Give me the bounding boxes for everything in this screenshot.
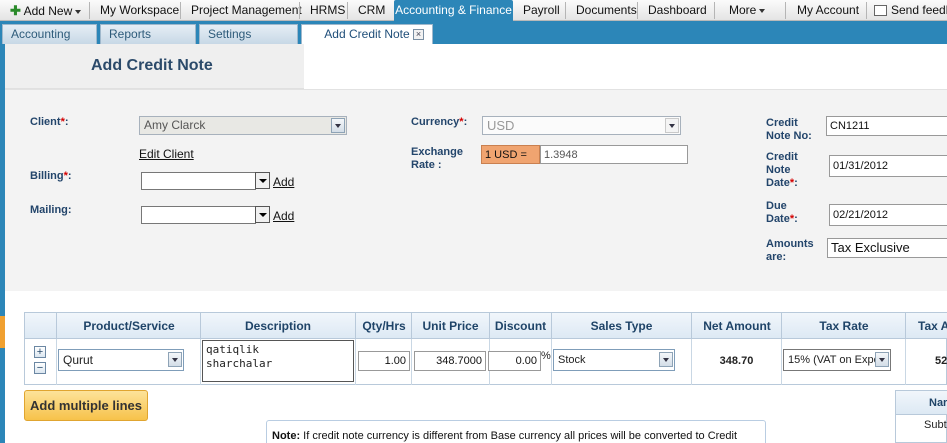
amounts-are-label: Amounts are: xyxy=(766,238,814,263)
add-multiple-lines-button[interactable]: Add multiple lines xyxy=(24,390,148,421)
description-line-2: sharchalar xyxy=(206,357,273,370)
tab-add-credit-note[interactable]: Add Credit Note × xyxy=(301,24,433,44)
send-feedback-button[interactable]: Send feedback xyxy=(874,0,947,21)
sales-type-select[interactable]: Stock xyxy=(553,349,675,371)
tax-amount-value: 52 xyxy=(935,355,947,367)
exchange-rate-prefix: 1 USD = xyxy=(481,145,540,164)
due-date-label: Due Date*: xyxy=(766,200,798,225)
credit-note-date-input[interactable]: 01/31/2012 xyxy=(829,155,947,177)
nav-my-workspace[interactable]: My Workspace xyxy=(100,0,179,21)
chevron-down-icon[interactable] xyxy=(665,118,679,133)
net-amount-value: 348.70 xyxy=(719,355,754,367)
tab-accounting[interactable]: Accounting xyxy=(2,24,97,44)
header-tax-amount: Tax A xyxy=(905,313,947,339)
add-new-label: Add New xyxy=(23,4,73,18)
chevron-down-icon[interactable] xyxy=(875,352,889,367)
currency-select[interactable]: USD xyxy=(482,116,681,135)
close-icon[interactable]: × xyxy=(413,29,424,40)
top-navigation: ✚ Add New My Workspace Project Managemen… xyxy=(0,0,947,21)
credit-note-date-label: Credit Note Date*: xyxy=(766,151,798,189)
nav-crm[interactable]: CRM xyxy=(358,0,385,21)
exchange-rate-input[interactable]: 1.3948 xyxy=(540,145,688,164)
header-product: Product/Service xyxy=(56,313,201,339)
add-row-icon[interactable]: + xyxy=(34,346,46,358)
billing-label: Billing*: xyxy=(30,170,72,182)
header-discount: Discount xyxy=(489,313,551,339)
chevron-down-icon xyxy=(759,8,766,13)
header-sales-type: Sales Type xyxy=(551,313,691,339)
send-feedback-label: Send feedback xyxy=(891,3,947,17)
nav-dashboard[interactable]: Dashboard xyxy=(648,0,707,21)
mailing-add-link[interactable]: Add xyxy=(273,209,294,223)
summary-header: Nar xyxy=(896,391,947,415)
discount-input[interactable]: 0.00 xyxy=(488,351,541,371)
mailing-select[interactable] xyxy=(141,206,256,224)
header-qty: Qty/Hrs xyxy=(355,313,412,339)
sidebar-toggle-handle[interactable] xyxy=(0,316,5,348)
product-value: Qurut xyxy=(63,353,94,367)
chevron-down-icon[interactable] xyxy=(331,118,345,133)
feedback-icon xyxy=(874,5,887,17)
nav-more[interactable]: More xyxy=(729,0,766,21)
amounts-are-select[interactable]: Tax Exclusive xyxy=(827,238,947,258)
tax-rate-value: 15% (VAT on Expe xyxy=(788,354,880,366)
chevron-down-icon xyxy=(75,9,82,14)
summary-subtotal-label: Subt xyxy=(924,419,947,431)
description-textarea[interactable]: qatiqlik sharchalar xyxy=(202,340,354,382)
mailing-dropdown-icon[interactable] xyxy=(255,206,270,223)
header-net-amount: Net Amount xyxy=(691,313,782,339)
unit-price-input[interactable]: 348.7000 xyxy=(414,351,486,371)
nav-documents[interactable]: Documents xyxy=(576,0,637,21)
header-unit-price: Unit Price xyxy=(411,313,489,339)
tab-reports[interactable]: Reports xyxy=(100,24,196,44)
add-new-menu[interactable]: ✚ Add New xyxy=(10,0,82,21)
page-title: Add Credit Note xyxy=(91,57,213,74)
nav-more-label: More xyxy=(729,3,757,17)
client-label: Client*: xyxy=(30,116,69,128)
edit-client-link[interactable]: Edit Client xyxy=(139,147,194,161)
credit-note-no-label: Credit Note No: xyxy=(766,117,812,142)
mailing-label: Mailing: xyxy=(30,204,72,216)
plus-icon: ✚ xyxy=(10,3,21,18)
note-text: Note: If credit note currency is differe… xyxy=(272,430,738,442)
header-tax-rate: Tax Rate xyxy=(781,313,906,339)
credit-note-no-input[interactable]: CN1211 xyxy=(826,116,947,136)
table-header: Product/Service Description Qty/Hrs Unit… xyxy=(25,313,947,339)
nav-project-management[interactable]: Project Management xyxy=(191,0,302,21)
billing-add-link[interactable]: Add xyxy=(273,175,294,189)
due-date-input[interactable]: 02/21/2012 xyxy=(829,204,947,226)
client-value: Amy Clarck xyxy=(144,118,206,132)
billing-select[interactable] xyxy=(141,172,256,190)
chevron-down-icon[interactable] xyxy=(168,352,182,367)
product-select[interactable]: Qurut xyxy=(58,349,184,371)
currency-label: Currency*: xyxy=(411,116,468,128)
summary-table: Nar Subt xyxy=(895,390,947,443)
currency-value: USD xyxy=(487,118,515,133)
client-select[interactable]: Amy Clarck xyxy=(139,116,347,135)
sales-type-value: Stock xyxy=(558,354,586,366)
header-description: Description xyxy=(200,313,355,339)
line-items-table: Product/Service Description Qty/Hrs Unit… xyxy=(24,312,947,385)
description-line-1: qatiqlik xyxy=(206,343,259,356)
discount-percent-label: % xyxy=(541,350,551,362)
sub-tabs: Accounting Reports Settings Add Credit N… xyxy=(0,21,947,44)
tab-settings[interactable]: Settings xyxy=(199,24,298,44)
nav-payroll[interactable]: Payroll xyxy=(523,0,560,21)
nav-hrms[interactable]: HRMS xyxy=(310,0,345,21)
nav-my-account[interactable]: My Account xyxy=(797,0,859,21)
exchange-rate-label: Exchange Rate : xyxy=(411,146,463,171)
qty-input[interactable]: 1.00 xyxy=(358,351,410,371)
remove-row-icon[interactable]: − xyxy=(34,362,46,374)
tab-add-credit-note-label: Add Credit Note xyxy=(324,27,410,41)
nav-accounting-finance[interactable]: Accounting & Finance xyxy=(394,0,513,21)
chevron-down-icon[interactable] xyxy=(659,352,673,367)
billing-dropdown-icon[interactable] xyxy=(255,172,270,189)
tax-rate-select[interactable]: 15% (VAT on Expe xyxy=(783,349,891,371)
